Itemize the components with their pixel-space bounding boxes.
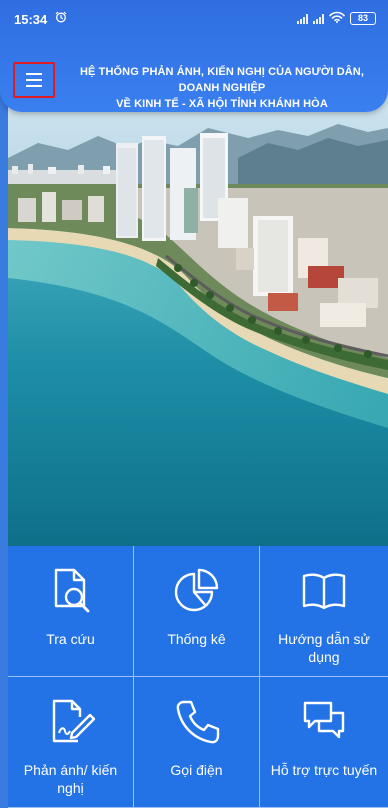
- tile-thong-ke[interactable]: Thống kê: [134, 546, 260, 677]
- hero-image: [8, 88, 388, 546]
- tile-ho-tro[interactable]: Hỗ trợ trực tuyến: [260, 677, 388, 808]
- signal-icon: [297, 13, 308, 24]
- tile-label: Phản ánh/ kiến nghị: [23, 762, 118, 796]
- status-icons: 83: [297, 11, 376, 26]
- title-line-2: về kinh tế - xã hội tỉnh Khánh Hòa: [116, 98, 328, 110]
- tile-tra-cuu[interactable]: Tra cứu: [8, 546, 134, 677]
- app-screen: 15:34 83 Hệ thống phản ánh, kiến nghị củ…: [0, 0, 388, 808]
- signal-icon: [313, 13, 324, 24]
- chat-icon: [303, 701, 345, 739]
- document-search-icon: [54, 568, 89, 613]
- page-title: Hệ thống phản ánh, kiến nghị của người d…: [72, 64, 372, 112]
- alarm-icon: [55, 11, 67, 26]
- function-grid: Tra cứu Thống kê Hướng dẫn sử dụng Phản …: [8, 546, 388, 808]
- phone-icon: [176, 700, 219, 744]
- tile-label: Tra cứu: [46, 631, 95, 647]
- title-line-1: Hệ thống phản ánh, kiến nghị của người d…: [80, 66, 364, 94]
- hamburger-icon: [26, 73, 42, 75]
- tile-label: Thống kê: [167, 631, 226, 647]
- app-header: 15:34 83 Hệ thống phản ánh, kiến nghị củ…: [0, 0, 388, 112]
- tile-huong-dan[interactable]: Hướng dẫn sử dụng: [260, 546, 388, 677]
- city-coast-photo: [8, 88, 388, 546]
- battery-icon: 83: [350, 12, 376, 25]
- tile-label: Hỗ trợ trực tuyến: [270, 762, 378, 778]
- tile-label: Gọi điện: [170, 762, 223, 778]
- tile-label: Hướng dẫn sử dụng: [278, 631, 370, 665]
- pie-chart-icon: [174, 568, 218, 612]
- tile-goi-dien[interactable]: Gọi điện: [134, 677, 260, 808]
- tile-phan-anh[interactable]: Phản ánh/ kiến nghị: [8, 677, 134, 808]
- document-edit-icon: [52, 699, 95, 743]
- book-icon: [302, 573, 346, 610]
- status-time: 15:34: [14, 12, 48, 27]
- wifi-icon: [329, 11, 345, 26]
- menu-button[interactable]: [13, 62, 55, 98]
- status-bar: 15:34 83: [0, 0, 388, 36]
